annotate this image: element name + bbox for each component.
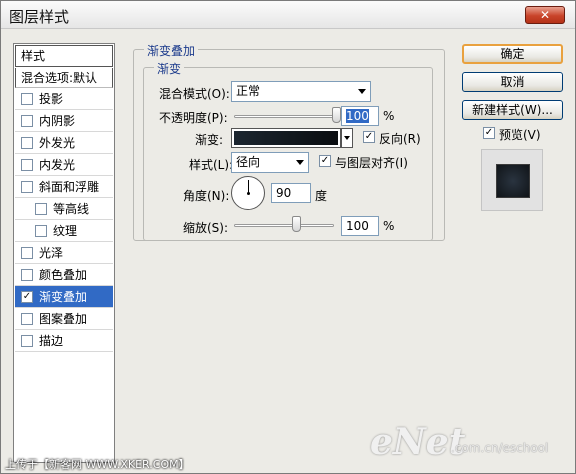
scale-slider[interactable] — [234, 224, 334, 227]
gradient-subgroup-title: 渐变 — [154, 60, 185, 77]
style-list-item-label: 光泽 — [39, 246, 64, 260]
reverse-checkbox-box[interactable]: ✓ — [363, 131, 375, 143]
style-list-item[interactable]: 内发光 — [15, 154, 113, 176]
angle-input[interactable]: 90 — [271, 183, 311, 203]
style-list-item[interactable]: 纹理 — [15, 220, 113, 242]
preview-checkbox[interactable]: ✓ 预览(V) — [483, 126, 541, 143]
opacity-label: 不透明度(P): — [159, 111, 228, 125]
style-checkbox[interactable] — [21, 247, 33, 259]
opacity-input[interactable]: 100 — [341, 106, 379, 126]
ok-button[interactable]: 确定 — [462, 44, 563, 64]
opacity-value: 100 — [346, 109, 369, 123]
align-with-layer-checkbox[interactable]: ✓ 与图层对齐(I) — [319, 154, 408, 171]
reverse-checkbox[interactable]: ✓ 反向(R) — [363, 130, 421, 147]
blending-options-item[interactable]: 混合选项:默认 — [15, 68, 113, 88]
style-checkbox[interactable] — [21, 335, 33, 347]
upload-watermark: 上传于【新客网 WWW.XKER.COM】 — [5, 458, 190, 471]
style-list-item[interactable]: 光泽 — [15, 242, 113, 264]
blend-mode-select[interactable]: 正常 — [231, 81, 371, 102]
style-checkbox[interactable] — [21, 181, 33, 193]
opacity-unit: % — [383, 109, 395, 123]
style-list-item-label: 图案叠加 — [39, 312, 88, 326]
style-checkbox[interactable] — [21, 313, 33, 325]
style-checkbox[interactable] — [21, 93, 33, 105]
angle-value: 90 — [276, 186, 292, 200]
style-list-item-label: 颜色叠加 — [39, 268, 88, 282]
preview-thumbnail — [481, 149, 543, 211]
opacity-slider[interactable] — [234, 115, 336, 118]
preview-label: 预览(V) — [499, 128, 541, 142]
style-list-item[interactable]: 颜色叠加 — [15, 264, 113, 286]
layer-style-dialog: 图层样式 ✕ 样式 混合选项:默认 投影内阴影外发光内发光斜面和浮雕等高线纹理光… — [0, 0, 576, 474]
angle-center — [247, 192, 250, 195]
scale-label: 缩放(S): — [183, 221, 229, 235]
scale-input[interactable]: 100 — [341, 216, 379, 236]
style-select[interactable]: 径向 — [231, 152, 309, 173]
scale-slider-thumb[interactable] — [292, 216, 301, 232]
style-list-item-label: 投影 — [39, 92, 64, 106]
gradient-dropdown-button[interactable] — [341, 128, 353, 148]
style-list-item-label: 等高线 — [53, 202, 90, 216]
enet-url-watermark: .com.cn/eschool — [451, 441, 549, 455]
preview-checkbox-box[interactable]: ✓ — [483, 127, 495, 139]
style-list-item[interactable]: ✓ 渐变叠加 — [15, 286, 113, 308]
style-list-item[interactable]: 投影 — [15, 88, 113, 110]
style-checkbox[interactable] — [35, 225, 47, 237]
cancel-button[interactable]: 取消 — [462, 72, 563, 92]
opacity-slider-thumb[interactable] — [332, 107, 341, 123]
style-list-item-label: 内阴影 — [39, 114, 76, 128]
gradient-overlay-title: 渐变叠加 — [144, 42, 199, 59]
style-list-item[interactable]: 描边 — [15, 330, 113, 352]
style-list-item[interactable]: 内阴影 — [15, 110, 113, 132]
style-list-item-label: 纹理 — [53, 224, 78, 238]
close-button[interactable]: ✕ — [525, 6, 565, 24]
style-list-item[interactable]: 图案叠加 — [15, 308, 113, 330]
blend-mode-label: 混合模式(O): — [159, 87, 230, 101]
style-checkbox[interactable] — [21, 269, 33, 281]
style-list-item-label: 斜面和浮雕 — [39, 180, 100, 194]
align-checkbox-box[interactable]: ✓ — [319, 155, 331, 167]
angle-label: 角度(N): — [183, 189, 230, 203]
style-checkbox[interactable] — [21, 159, 33, 171]
reverse-label: 反向(R) — [379, 132, 421, 146]
align-label: 与图层对齐(I) — [335, 156, 408, 170]
dialog-title: 图层样式 — [9, 8, 70, 26]
scale-unit: % — [383, 219, 395, 233]
preview-swatch — [496, 164, 530, 198]
style-label: 样式(L): — [189, 158, 234, 172]
style-checkbox[interactable]: ✓ — [21, 291, 33, 303]
styles-list: 样式 混合选项:默认 投影内阴影外发光内发光斜面和浮雕等高线纹理光泽颜色叠加 ✓ 渐… — [13, 43, 115, 463]
chevron-down-icon — [358, 89, 366, 94]
style-list-item-label: 描边 — [39, 334, 64, 348]
style-checkbox[interactable] — [21, 115, 33, 127]
title-bar: 图层样式 ✕ — [1, 1, 575, 29]
new-style-button[interactable]: 新建样式(W)... — [462, 100, 563, 120]
style-checkbox[interactable] — [35, 203, 47, 215]
gradient-picker[interactable] — [231, 128, 341, 148]
style-list-item-label: 内发光 — [39, 158, 76, 172]
style-list-item[interactable]: 斜面和浮雕 — [15, 176, 113, 198]
scale-value: 100 — [346, 219, 369, 233]
angle-dial[interactable] — [231, 176, 265, 210]
style-list-item[interactable]: 外发光 — [15, 132, 113, 154]
styles-header[interactable]: 样式 — [15, 45, 113, 67]
style-list-item-label: 渐变叠加 — [39, 290, 88, 304]
style-list-item-label: 外发光 — [39, 136, 76, 150]
blend-mode-value: 正常 — [236, 84, 261, 98]
gradient-swatch — [234, 131, 338, 145]
style-value: 径向 — [236, 155, 261, 169]
chevron-down-icon — [296, 160, 304, 165]
angle-unit: 度 — [315, 189, 328, 203]
style-checkbox[interactable] — [21, 137, 33, 149]
gradient-label: 渐变: — [195, 133, 224, 147]
style-list-item[interactable]: 等高线 — [15, 198, 113, 220]
